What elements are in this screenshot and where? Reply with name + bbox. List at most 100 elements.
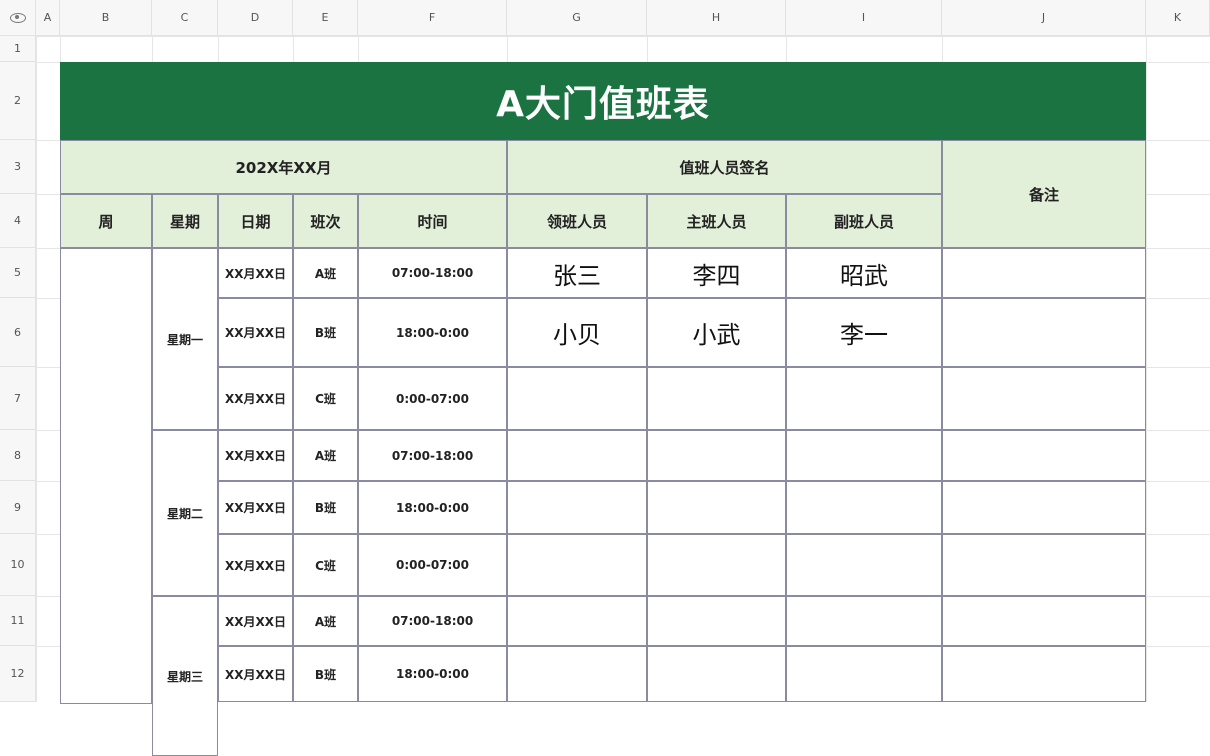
leader-signature-cell[interactable] [507,430,647,481]
column-header-h[interactable]: H [647,0,786,36]
row-header-9[interactable]: 9 [0,481,36,534]
header-deputy[interactable]: 副班人员 [786,194,942,248]
remark-header[interactable]: 备注 [942,140,1146,248]
deputy-signature-cell[interactable] [786,646,942,702]
deputy-signature-cell[interactable] [786,596,942,646]
sheet-title[interactable]: A大门值班表 [60,62,1146,140]
row-header-6[interactable]: 6 [0,298,36,367]
row-header-10[interactable]: 10 [0,534,36,596]
leader-signature-cell[interactable]: 小贝 [507,298,647,367]
column-header-e[interactable]: E [293,0,358,36]
row-header-7[interactable]: 7 [0,367,36,430]
remark-cell[interactable] [942,248,1146,298]
row-header-2[interactable]: 2 [0,62,36,140]
deputy-signature-cell[interactable] [786,367,942,430]
time-cell[interactable]: 07:00-18:00 [358,248,507,298]
header-weekday[interactable]: 星期 [152,194,218,248]
remark-cell[interactable] [942,367,1146,430]
gridline [36,36,37,702]
shift-cell[interactable]: C班 [293,367,358,430]
shift-cell[interactable]: A班 [293,248,358,298]
deputy-signature-cell[interactable] [786,534,942,596]
row-header-4[interactable]: 4 [0,194,36,248]
remark-cell[interactable] [942,534,1146,596]
week-cell[interactable] [60,248,152,704]
column-header-f[interactable]: F [358,0,507,36]
column-header-a[interactable]: A [36,0,60,36]
main-signature-cell[interactable]: 李四 [647,248,786,298]
main-signature-cell[interactable] [647,481,786,534]
time-cell[interactable]: 0:00-07:00 [358,367,507,430]
main-signature-cell[interactable]: 小武 [647,298,786,367]
date-cell[interactable]: XX月XX日 [218,248,293,298]
row-header-1[interactable]: 1 [0,36,36,62]
weekday-cell[interactable]: 星期一 [152,248,218,430]
row-header-11[interactable]: 11 [0,596,36,646]
date-cell[interactable]: XX月XX日 [218,298,293,367]
date-cell[interactable]: XX月XX日 [218,596,293,646]
leader-signature-cell[interactable]: 张三 [507,248,647,298]
column-header-i[interactable]: I [786,0,942,36]
time-cell[interactable]: 0:00-07:00 [358,534,507,596]
time-cell[interactable]: 18:00-0:00 [358,646,507,702]
column-header-c[interactable]: C [152,0,218,36]
main-signature-cell[interactable] [647,646,786,702]
weekday-cell[interactable]: 星期三 [152,596,218,756]
leader-signature-cell[interactable] [507,596,647,646]
remark-cell[interactable] [942,298,1146,367]
date-cell[interactable]: XX月XX日 [218,481,293,534]
row-header-12[interactable]: 12 [0,646,36,702]
main-signature-cell[interactable] [647,367,786,430]
header-leader[interactable]: 领班人员 [507,194,647,248]
leader-signature-cell[interactable] [507,534,647,596]
row-header-5[interactable]: 5 [0,248,36,298]
column-header-k[interactable]: K [1146,0,1210,36]
weekday-cell[interactable]: 星期二 [152,430,218,596]
header-time[interactable]: 时间 [358,194,507,248]
date-cell[interactable]: XX月XX日 [218,367,293,430]
column-header-b[interactable]: B [60,0,152,36]
main-signature-cell[interactable] [647,534,786,596]
deputy-signature-cell[interactable]: 李一 [786,298,942,367]
remark-cell[interactable] [942,430,1146,481]
shift-cell[interactable]: A班 [293,430,358,481]
deputy-signature-cell[interactable] [786,430,942,481]
time-cell[interactable]: 07:00-18:00 [358,430,507,481]
remark-cell[interactable] [942,646,1146,702]
shift-cell[interactable]: C班 [293,534,358,596]
header-date[interactable]: 日期 [218,194,293,248]
leader-signature-cell[interactable] [507,481,647,534]
column-header-g[interactable]: G [507,0,647,36]
row-header-3[interactable]: 3 [0,140,36,194]
sign-header[interactable]: 值班人员签名 [507,140,942,194]
time-cell[interactable]: 18:00-0:00 [358,481,507,534]
column-header-d[interactable]: D [218,0,293,36]
column-header-j[interactable]: J [942,0,1146,36]
deputy-signature-cell[interactable]: 昭武 [786,248,942,298]
shift-cell[interactable]: B班 [293,481,358,534]
remark-cell[interactable] [942,481,1146,534]
header-week[interactable]: 周 [60,194,152,248]
main-signature-cell[interactable] [647,430,786,481]
date-cell[interactable]: XX月XX日 [218,534,293,596]
time-cell[interactable]: 07:00-18:00 [358,596,507,646]
gridline [1146,36,1147,702]
shift-cell[interactable]: B班 [293,646,358,702]
gridline [36,36,1210,37]
shift-cell[interactable]: A班 [293,596,358,646]
date-cell[interactable]: XX月XX日 [218,646,293,702]
leader-signature-cell[interactable] [507,367,647,430]
remark-cell[interactable] [942,596,1146,646]
select-all-corner[interactable] [0,0,36,36]
leader-signature-cell[interactable] [507,646,647,702]
shift-cell[interactable]: B班 [293,298,358,367]
eye-icon[interactable] [9,12,26,23]
date-cell[interactable]: XX月XX日 [218,430,293,481]
row-header-8[interactable]: 8 [0,430,36,481]
month-header[interactable]: 202X年XX月 [60,140,507,194]
header-shift[interactable]: 班次 [293,194,358,248]
deputy-signature-cell[interactable] [786,481,942,534]
main-signature-cell[interactable] [647,596,786,646]
header-main[interactable]: 主班人员 [647,194,786,248]
time-cell[interactable]: 18:00-0:00 [358,298,507,367]
